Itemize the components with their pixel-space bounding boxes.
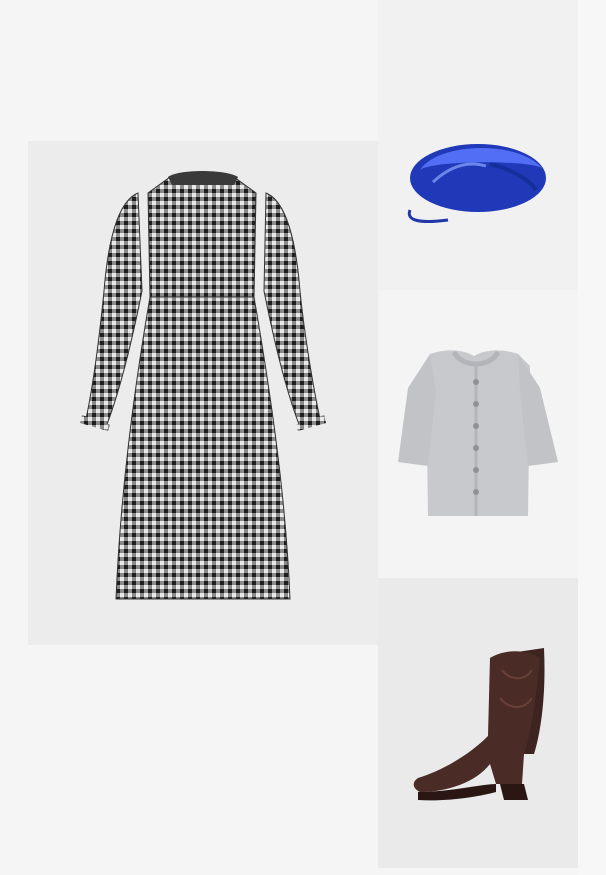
blue-pouch-bag-image: [407, 144, 546, 224]
boots-product-tile[interactable]: [378, 578, 578, 868]
bag-product-tile[interactable]: [378, 0, 578, 290]
page-right-margin: [578, 0, 606, 875]
brown-western-boots-image: [413, 648, 545, 801]
grey-cardigan-image: [398, 350, 558, 516]
dress-product-tile[interactable]: [28, 141, 378, 645]
cardigan-product-tile[interactable]: [378, 290, 578, 578]
gingham-dress-image: [80, 171, 326, 600]
